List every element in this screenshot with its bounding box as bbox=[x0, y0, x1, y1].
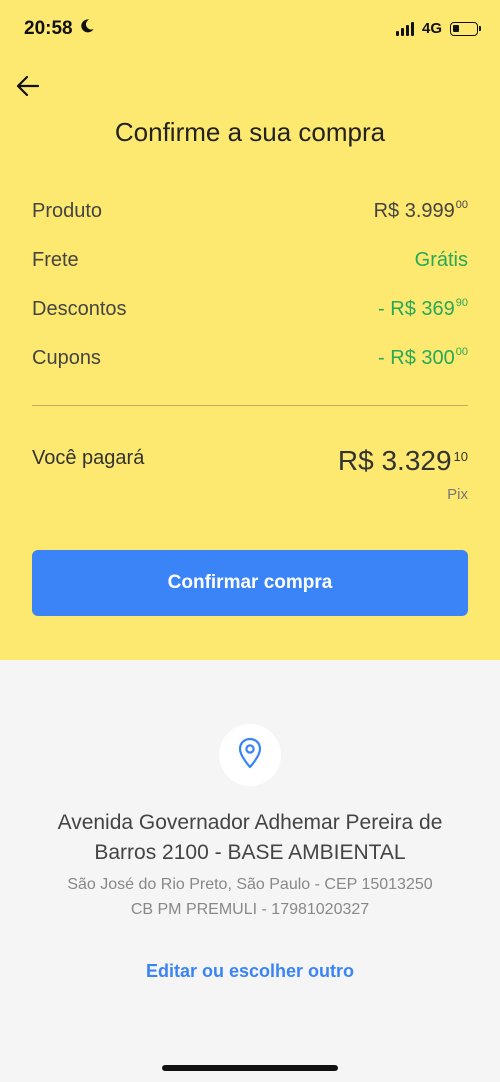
row-amount: - R$ 369 bbox=[378, 298, 455, 320]
total-label: Você pagará bbox=[32, 447, 145, 469]
row-value: - R$ 300 00 bbox=[378, 347, 468, 370]
status-time-text: 20:58 bbox=[24, 18, 73, 39]
summary-row-cupons: Cupons - R$ 300 00 bbox=[32, 347, 468, 370]
address-recipient: CB PM PREMULI - 17981020327 bbox=[130, 901, 370, 918]
row-label: Descontos bbox=[32, 298, 127, 320]
total-amount: R$ 3.329 bbox=[337, 445, 452, 476]
page-title: Confirme a sua compra bbox=[114, 117, 386, 147]
moon-icon bbox=[79, 18, 95, 40]
row-label: Cupons bbox=[32, 347, 101, 369]
summary-row-produto: Produto R$ 3.999 00 bbox=[32, 200, 468, 223]
location-pin-badge bbox=[219, 724, 281, 786]
row-label: Frete bbox=[32, 249, 79, 271]
edit-address-link[interactable]: Editar ou escolher outro bbox=[0, 961, 500, 982]
address-line: Avenida Governador Adhemar Pereira de Ba… bbox=[57, 811, 443, 864]
row-label: Produto bbox=[32, 200, 103, 222]
summary-divider bbox=[32, 405, 468, 406]
row-value: - R$ 369 90 bbox=[378, 298, 468, 321]
address-city: São José do Rio Preto, São Paulo - CEP 1… bbox=[67, 876, 433, 893]
row-cents: 00 bbox=[455, 346, 468, 358]
row-amount: Grátis bbox=[414, 249, 468, 271]
home-indicator bbox=[162, 1065, 338, 1071]
row-cents: 00 bbox=[455, 199, 468, 211]
status-indicators: 4G bbox=[395, 20, 481, 37]
payment-method: Pix bbox=[447, 486, 468, 503]
arrow-left-icon[interactable] bbox=[14, 72, 42, 100]
battery-level bbox=[453, 24, 460, 32]
status-time: 20:58 bbox=[24, 18, 95, 40]
row-value: Grátis bbox=[415, 249, 468, 272]
row-amount: R$ 3.999 bbox=[373, 200, 455, 222]
summary-row-frete: Frete Grátis bbox=[32, 249, 468, 272]
total-cents: 10 bbox=[453, 449, 468, 464]
battery-icon bbox=[450, 21, 481, 36]
summary-row-descontos: Descontos - R$ 369 90 bbox=[32, 298, 468, 321]
network-type: 4G bbox=[421, 20, 442, 37]
row-value: R$ 3.999 00 bbox=[374, 200, 468, 223]
row-cents: 90 bbox=[455, 297, 468, 309]
row-amount: - R$ 300 bbox=[378, 347, 455, 369]
location-pin-icon bbox=[237, 737, 263, 774]
signal-icon bbox=[395, 21, 414, 36]
confirm-purchase-button[interactable]: Confirmar compra bbox=[32, 550, 468, 616]
total-value: R$ 3.329 10 bbox=[338, 445, 468, 477]
